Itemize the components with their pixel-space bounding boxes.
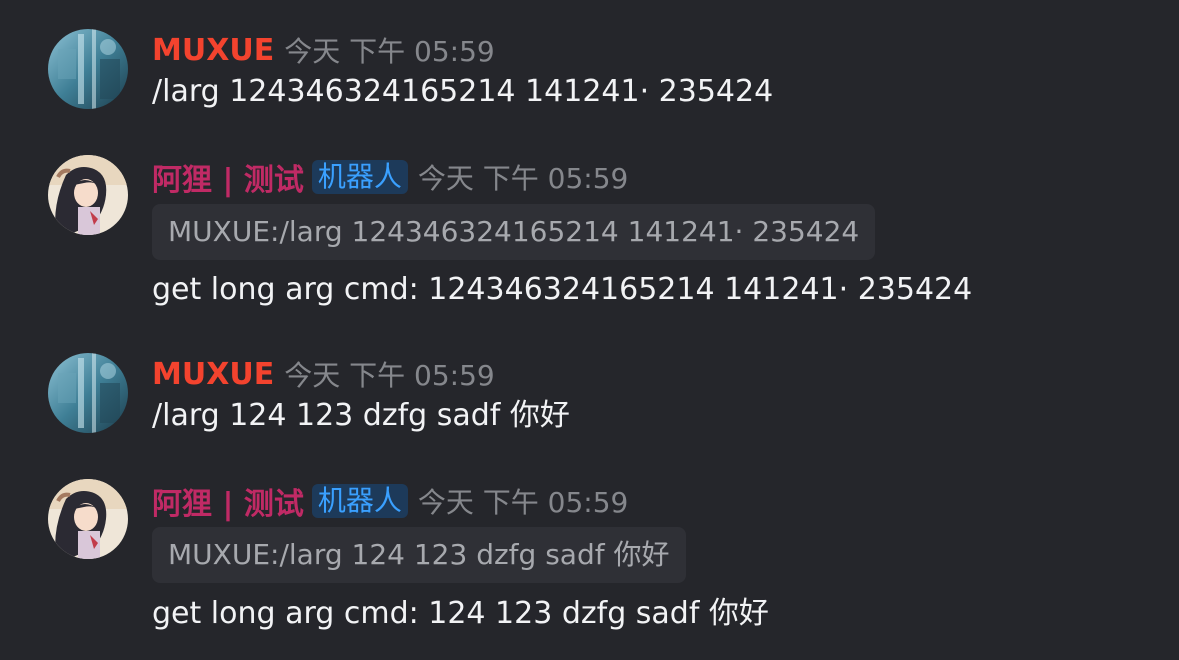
bot-tag-badge: 机器人 <box>311 484 408 518</box>
message-text: /larg 124 123 dzfg sadf 你好 <box>152 398 570 433</box>
message-text: get long arg cmd: 124346324165214 141241… <box>152 272 973 307</box>
message-timestamp: 今天 下午 05:59 <box>284 35 495 68</box>
message-text: get long arg cmd: 124 123 dzfg sadf 你好 <box>152 596 769 631</box>
anime-character-avatar-icon[interactable] <box>48 155 128 235</box>
chat-message-list: MUXUE 今天 下午 05:59 /larg 124346324165214 … <box>0 0 1179 660</box>
message-timestamp: 今天 下午 05:59 <box>417 162 629 195</box>
author-name[interactable]: MUXUE <box>152 33 274 68</box>
bot-tag-badge: 机器人 <box>311 160 408 194</box>
waterfall-avatar-icon[interactable] <box>48 353 128 433</box>
waterfall-avatar-icon[interactable] <box>48 29 128 109</box>
quoted-message[interactable]: MUXUE:/larg 124346324165214 141241· 2354… <box>152 204 876 260</box>
message-timestamp: 今天 下午 05:59 <box>417 486 629 519</box>
message-header: MUXUE 今天 下午 05:59 <box>152 354 495 394</box>
quoted-message[interactable]: MUXUE:/larg 124 123 dzfg sadf 你好 <box>152 527 686 583</box>
message-header: MUXUE 今天 下午 05:59 <box>152 30 495 70</box>
message-text: /larg 124346324165214 141241· 235424 <box>152 74 774 109</box>
message-timestamp: 今天 下午 05:59 <box>284 359 495 392</box>
anime-character-avatar-icon[interactable] <box>48 479 128 559</box>
author-name[interactable]: MUXUE <box>152 357 274 392</box>
message-header: 阿狸 | 测试 机器人 今天 下午 05:59 <box>152 479 629 523</box>
bot-author-name[interactable]: 阿狸 | 测试 <box>152 155 304 199</box>
bot-author-name[interactable]: 阿狸 | 测试 <box>152 479 304 523</box>
message-header: 阿狸 | 测试 机器人 今天 下午 05:59 <box>152 155 629 199</box>
